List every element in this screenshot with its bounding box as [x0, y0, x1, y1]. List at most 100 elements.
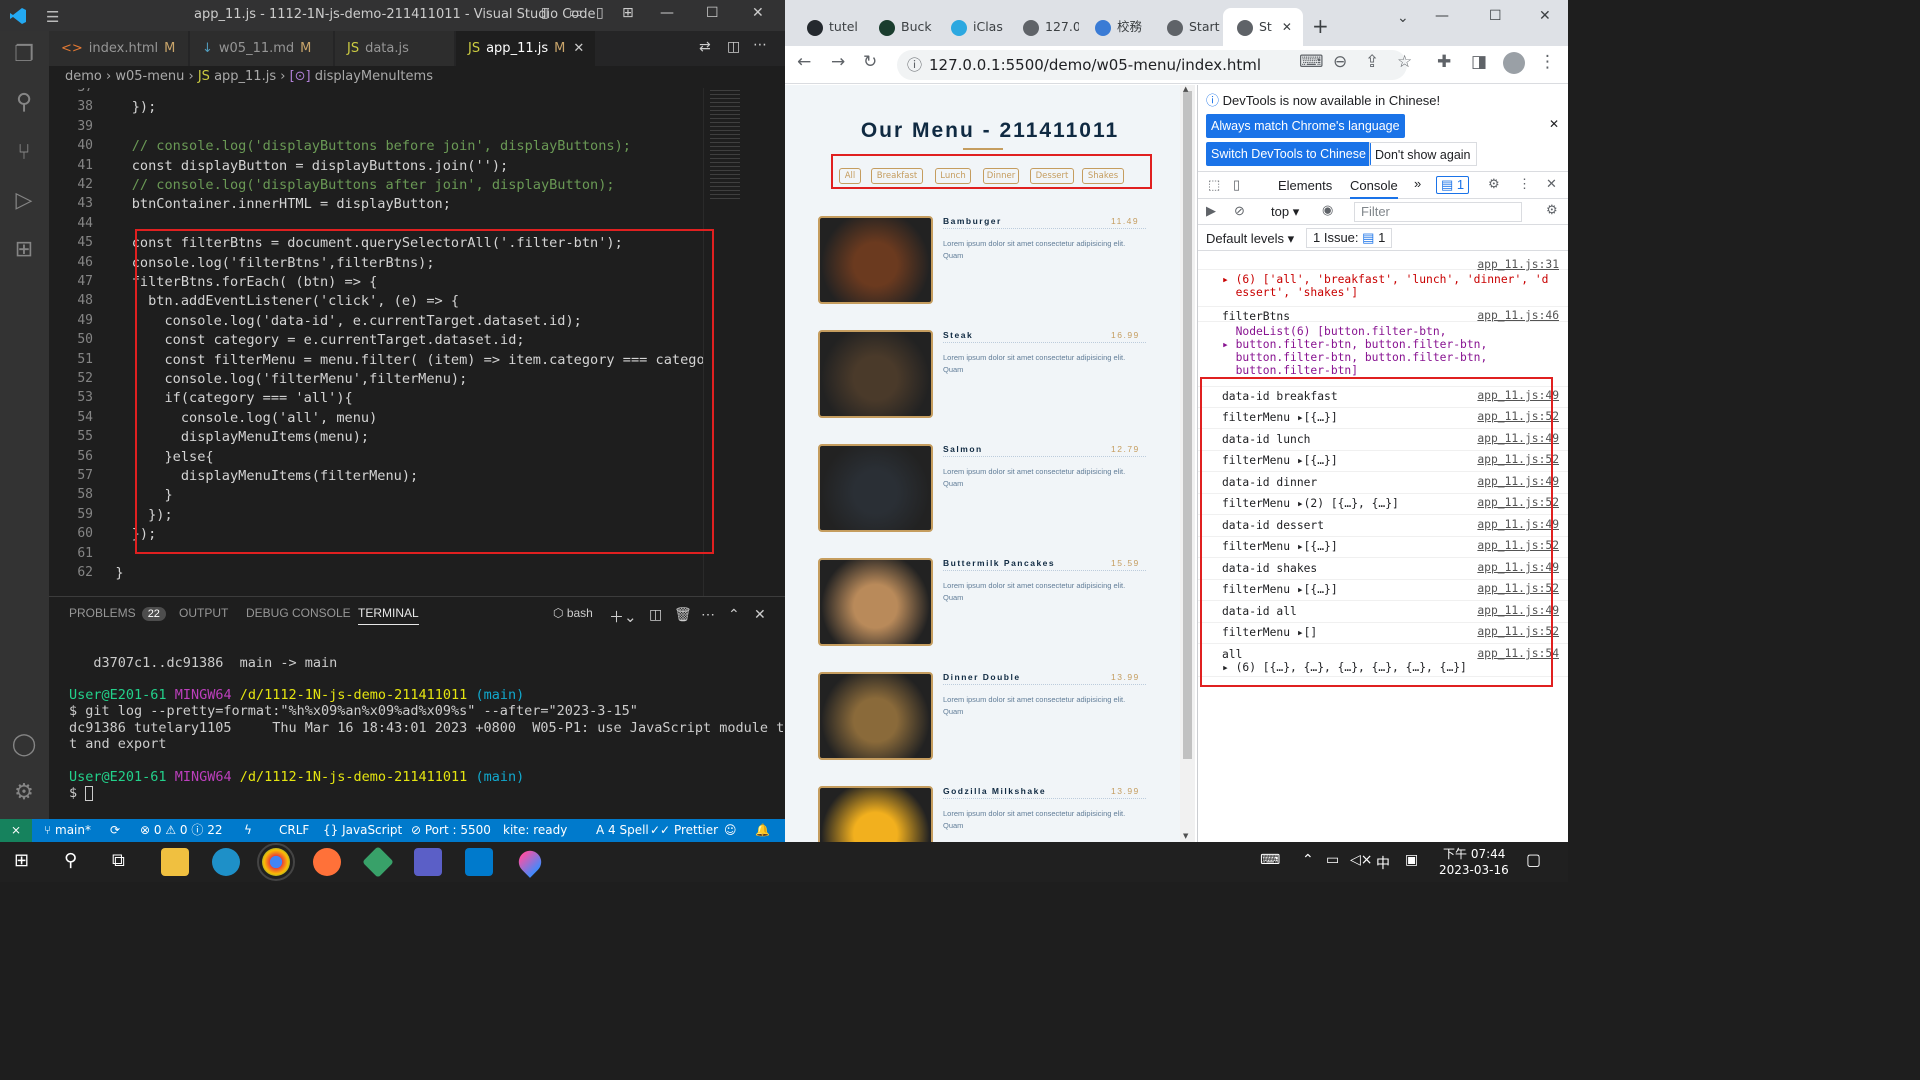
layout-customize-icon[interactable]: ⊞: [622, 5, 634, 21]
git-branch[interactable]: ⑂ main*: [44, 819, 91, 842]
close-icon[interactable]: ✕: [752, 5, 764, 21]
new-terminal-icon[interactable]: ＋⌄: [609, 606, 637, 627]
settings-gear-icon[interactable]: ⚙: [10, 779, 38, 807]
code-line[interactable]: const displayButton = displayButtons.joi…: [99, 158, 508, 174]
page-scrollbar[interactable]: ▲ ▼: [1180, 85, 1195, 842]
ime-indicator[interactable]: 中: [1376, 853, 1390, 873]
source-control-icon[interactable]: ⑂: [10, 139, 38, 167]
tab-close-icon[interactable]: ✕: [573, 41, 584, 56]
code-line[interactable]: }: [99, 565, 123, 581]
close-notice-icon[interactable]: ✕: [1549, 117, 1559, 131]
reload-icon[interactable]: ↻: [863, 52, 877, 72]
minimize-icon[interactable]: —: [1435, 8, 1449, 24]
chrome-icon[interactable]: [257, 843, 295, 881]
tab-terminal[interactable]: TERMINAL: [358, 606, 419, 625]
more-tabs-icon[interactable]: »: [1414, 176, 1421, 191]
notification-center-icon[interactable]: ▢: [1526, 850, 1541, 869]
ime-mode-icon[interactable]: ▣: [1405, 852, 1418, 868]
console-filter-input[interactable]: Filter: [1354, 202, 1522, 222]
scroll-up-icon[interactable]: ▲: [1183, 85, 1188, 93]
code-line[interactable]: });: [99, 99, 157, 115]
share-icon[interactable]: ⇪: [1365, 52, 1379, 72]
search-icon[interactable]: ⚲: [10, 89, 38, 117]
filter-btn-shakes[interactable]: Shakes: [1082, 168, 1124, 184]
remote-icon[interactable]: ⨯: [0, 819, 32, 842]
device-toolbar-icon[interactable]: ▯: [1233, 177, 1240, 193]
feedback-icon[interactable]: ☺: [724, 819, 737, 842]
problems-status[interactable]: ⊗ 0 ⚠ 0 ⓘ 22: [140, 819, 222, 842]
tab-elements[interactable]: Elements: [1278, 178, 1332, 193]
paint-icon[interactable]: [514, 846, 546, 878]
tray-chevron-icon[interactable]: ⌃: [1302, 852, 1314, 868]
live-expression-icon[interactable]: ◉: [1322, 202, 1333, 218]
network-icon[interactable]: ▭: [1326, 852, 1339, 868]
tab-close-icon[interactable]: ✕: [1282, 20, 1292, 34]
tab-problems[interactable]: PROBLEMS 22: [69, 606, 166, 621]
notifications-icon[interactable]: 🔔: [755, 819, 770, 842]
start-windows-icon[interactable]: ⊞: [14, 850, 29, 871]
file-explorer-icon[interactable]: [161, 848, 189, 876]
live-server-port[interactable]: ⊘ Port : 5500: [411, 819, 491, 842]
filter-btn-breakfast[interactable]: Breakfast: [871, 168, 923, 184]
zoom-icon[interactable]: ⊖: [1333, 52, 1347, 72]
tab-debug-console[interactable]: DEBUG CONSOLE: [246, 606, 351, 620]
minimize-icon[interactable]: —: [660, 5, 674, 21]
dont-show-again-button[interactable]: Don't show again: [1369, 142, 1477, 166]
keyboard-icon[interactable]: ⌨: [1260, 852, 1280, 868]
teams-icon[interactable]: [414, 848, 442, 876]
bookmark-star-icon[interactable]: ☆: [1397, 52, 1412, 72]
close-icon[interactable]: ✕: [1539, 8, 1551, 24]
browser-tab[interactable]: tutel: [793, 8, 863, 46]
tab-index-html[interactable]: <> index.html M: [49, 31, 189, 66]
messages-badge[interactable]: ▤ 1: [1436, 176, 1470, 194]
breadcrumb-item[interactable]: demo: [65, 69, 102, 84]
sidebar-toggle-icon[interactable]: ▶: [1206, 203, 1216, 219]
switch-devtools-chinese-button[interactable]: Switch DevTools to Chinese: [1206, 142, 1371, 166]
browser-tab-active[interactable]: St ✕: [1223, 8, 1303, 46]
tab-console[interactable]: Console: [1350, 178, 1398, 199]
run-debug-icon[interactable]: ▷: [10, 187, 38, 215]
address-bar[interactable]: ⓘ 127.0.0.1:5500/demo/w05-menu/index.html: [897, 50, 1407, 80]
browser-tab[interactable]: 127.0: [1009, 8, 1079, 46]
new-tab-icon[interactable]: +: [1312, 14, 1329, 38]
browser-tab[interactable]: Buck: [865, 8, 935, 46]
filter-btn-lunch[interactable]: Lunch: [935, 168, 971, 184]
extensions-icon[interactable]: ✚: [1437, 52, 1451, 72]
chrome-menu-icon[interactable]: ⋮: [1539, 52, 1556, 72]
clock-time[interactable]: 下午 07:44: [1443, 845, 1505, 862]
browser-tab[interactable]: 校務: [1081, 8, 1151, 46]
layout-secondary-icon[interactable]: ▯: [596, 5, 604, 21]
always-match-language-button[interactable]: Always match Chrome's language: [1206, 114, 1405, 138]
back-icon[interactable]: ←: [797, 52, 811, 72]
maximize-icon[interactable]: ☐: [706, 5, 719, 21]
settings-gear-icon[interactable]: ⚙: [1488, 176, 1500, 192]
compare-icon[interactable]: ⇄: [699, 39, 711, 55]
tab-output[interactable]: OUTPUT: [179, 606, 228, 620]
forward-icon[interactable]: →: [831, 52, 845, 72]
maximize-panel-icon[interactable]: ⌃: [728, 606, 740, 623]
volume-icon[interactable]: ◁×: [1350, 852, 1373, 868]
inspect-element-icon[interactable]: ⬚: [1208, 177, 1220, 193]
browser-tab[interactable]: iClas: [937, 8, 1007, 46]
code-line[interactable]: btnContainer.innerHTML = displayButton;: [99, 196, 451, 212]
filter-btn-all[interactable]: All: [839, 168, 861, 184]
console-log-entry[interactable]: filterBtns app_11.js:46: [1198, 307, 1568, 323]
maximize-icon[interactable]: ☐: [1489, 8, 1502, 24]
site-info-icon[interactable]: ⓘ: [907, 50, 922, 80]
breadcrumb-item[interactable]: w05-menu: [115, 69, 184, 84]
console-settings-icon[interactable]: ⚙: [1546, 202, 1558, 218]
prettier-status[interactable]: ✓✓ Prettier: [650, 819, 718, 842]
breadcrumb-item[interactable]: displayMenuItems: [315, 69, 433, 84]
browser-tab[interactable]: Start: [1153, 8, 1223, 46]
git-icon[interactable]: [362, 846, 394, 878]
extensions-icon[interactable]: ⊞: [10, 236, 38, 264]
split-editor-icon[interactable]: ◫: [727, 39, 740, 55]
task-view-icon[interactable]: ⧉: [112, 850, 125, 871]
lightning-icon[interactable]: ϟ: [244, 819, 252, 842]
console-log-entry[interactable]: ▸ (6) ['all', 'breakfast', 'lunch', 'din…: [1198, 270, 1568, 307]
close-panel-icon[interactable]: ✕: [754, 606, 766, 623]
code-line[interactable]: // console.log('displayButtons before jo…: [99, 138, 631, 154]
kill-terminal-icon[interactable]: 🗑: [674, 606, 692, 623]
menu-hamburger-icon[interactable]: ☰: [46, 8, 59, 26]
scroll-down-icon[interactable]: ▼: [1183, 832, 1188, 840]
